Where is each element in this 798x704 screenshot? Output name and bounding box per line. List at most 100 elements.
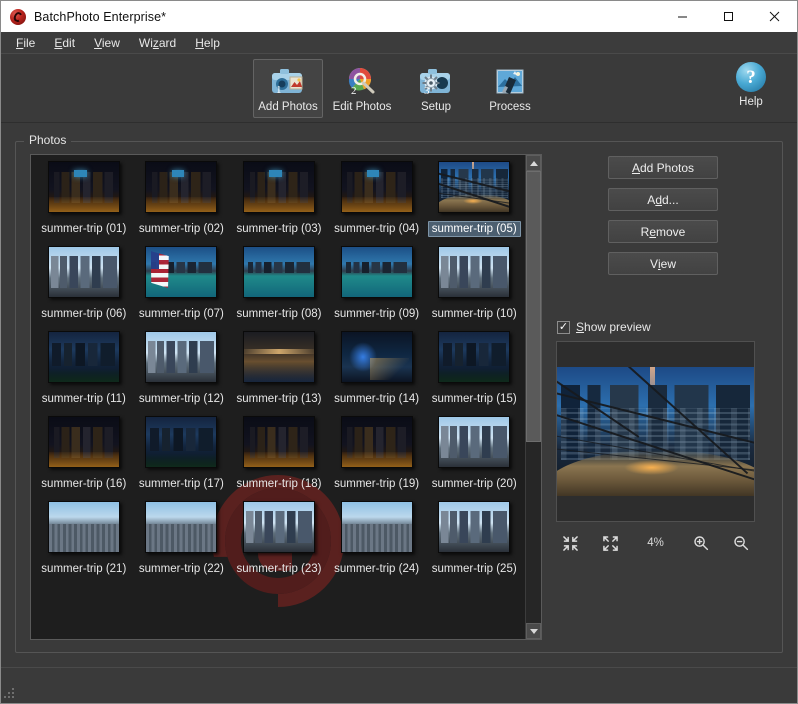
toolbar-edit-photos[interactable]: 2 Edit Photos bbox=[327, 59, 397, 118]
thumbnail-image[interactable] bbox=[438, 331, 511, 383]
thumbnail-item[interactable]: summer-trip (01) bbox=[35, 161, 133, 237]
thumbnail-scroll-area[interactable]: summer-trip (01) summer-trip (02) summer-t… bbox=[31, 155, 525, 639]
thumbnail-item[interactable]: summer-trip (24) bbox=[328, 501, 426, 577]
thumbnail-image[interactable] bbox=[340, 416, 413, 468]
thumbnail-image[interactable] bbox=[145, 246, 218, 298]
scrollbar-thumb[interactable] bbox=[526, 171, 541, 443]
thumbnail-image[interactable] bbox=[340, 246, 413, 298]
menu-file[interactable]: File bbox=[7, 33, 44, 53]
thumbnail-item[interactable]: summer-trip (23) bbox=[230, 501, 328, 577]
thumbnail-item[interactable]: summer-trip (07) bbox=[133, 246, 231, 322]
thumbnail-image[interactable] bbox=[145, 331, 218, 383]
thumbnail-image[interactable] bbox=[47, 416, 120, 468]
thumbnail-image[interactable] bbox=[340, 331, 413, 383]
thumbnail-image[interactable] bbox=[438, 416, 511, 468]
thumbnail-item[interactable]: summer-trip (08) bbox=[230, 246, 328, 322]
thumbnail-item[interactable]: summer-trip (16) bbox=[35, 416, 133, 492]
add-photos-icon: 1 bbox=[269, 65, 307, 98]
thumbnail-label: summer-trip (07) bbox=[138, 308, 224, 320]
thumbnail-label: summer-trip (15) bbox=[431, 393, 517, 405]
toolbar-add-photos[interactable]: 1 Add Photos bbox=[253, 58, 323, 118]
grid-vertical-scrollbar[interactable] bbox=[525, 155, 541, 639]
thumbnail-item[interactable]: summer-trip (05) bbox=[425, 161, 523, 237]
thumbnail-image[interactable] bbox=[438, 161, 511, 213]
thumbnail-image[interactable] bbox=[242, 161, 315, 213]
thumbnail-image[interactable] bbox=[145, 501, 218, 553]
thumbnail-image[interactable] bbox=[242, 501, 315, 553]
thumbnail-item[interactable]: summer-trip (15) bbox=[425, 331, 523, 407]
show-preview-checkbox[interactable]: ✓ bbox=[557, 320, 570, 334]
thumbnail-item[interactable]: summer-trip (12) bbox=[133, 331, 231, 407]
view-button[interactable]: Vi ew bbox=[608, 252, 718, 275]
thumbnail-image[interactable] bbox=[340, 501, 413, 553]
fit-out-icon[interactable] bbox=[600, 533, 620, 553]
photo-flag bbox=[150, 251, 169, 288]
main-toolbar: 1 Add Photos 2 Edit Photos 3 Setup Proce… bbox=[1, 54, 797, 123]
menu-help[interactable]: Help bbox=[186, 33, 229, 53]
show-preview-row[interactable]: ✓ Show preview bbox=[556, 320, 770, 334]
menu-view[interactable]: View bbox=[85, 33, 129, 53]
thumbnail-item[interactable]: summer-trip (20) bbox=[425, 416, 523, 492]
menu-file-rest: ile bbox=[23, 35, 36, 50]
thumbnail-image[interactable] bbox=[47, 501, 120, 553]
zoom-percent-label: 4% bbox=[647, 537, 664, 549]
thumbnail-image[interactable] bbox=[242, 331, 315, 383]
thumbnail-image[interactable] bbox=[47, 331, 120, 383]
maximize-button[interactable] bbox=[705, 1, 751, 32]
status-bar bbox=[1, 667, 797, 703]
preview-block: ✓ Show preview 4% bbox=[556, 320, 770, 553]
toolbar-setup[interactable]: 3 Setup bbox=[401, 59, 471, 118]
add-button[interactable]: Ad d... bbox=[608, 188, 718, 211]
thumbnail-item[interactable]: summer-trip (18) bbox=[230, 416, 328, 492]
resize-grip-icon[interactable] bbox=[4, 686, 18, 700]
remove-button[interactable]: Re move bbox=[608, 220, 718, 243]
thumbnail-item[interactable]: summer-trip (17) bbox=[133, 416, 231, 492]
thumbnail-item[interactable]: summer-trip (10) bbox=[425, 246, 523, 322]
thumbnail-image[interactable] bbox=[438, 246, 511, 298]
close-button[interactable] bbox=[751, 1, 797, 32]
thumbnail-item[interactable]: summer-trip (25) bbox=[425, 501, 523, 577]
toolbar-help[interactable]: ? Help bbox=[721, 62, 781, 108]
batchphoto-logo-icon bbox=[10, 8, 26, 25]
toolbar-process[interactable]: Process bbox=[475, 59, 545, 118]
thumbnail-label: summer-trip (19) bbox=[334, 478, 420, 490]
window-title: BatchPhoto Enterprise* bbox=[34, 9, 167, 24]
thumbnail-item[interactable]: summer-trip (11) bbox=[35, 331, 133, 407]
scroll-up-arrow-icon[interactable] bbox=[526, 155, 541, 171]
thumbnail-item[interactable]: summer-trip (13) bbox=[230, 331, 328, 407]
thumbnail-item[interactable]: summer-trip (21) bbox=[35, 501, 133, 577]
thumbnail-item[interactable]: summer-trip (19) bbox=[328, 416, 426, 492]
thumbnail-image[interactable] bbox=[145, 416, 218, 468]
thumbnail-item[interactable]: summer-trip (22) bbox=[133, 501, 231, 577]
menu-edit[interactable]: Edit bbox=[45, 33, 84, 53]
batchphoto-window: BatchPhoto Enterprise* File Edit View Wi… bbox=[0, 0, 798, 704]
thumbnail-image[interactable] bbox=[145, 161, 218, 213]
scrollbar-track[interactable] bbox=[526, 171, 541, 623]
thumbnail-image[interactable] bbox=[438, 501, 511, 553]
thumbnail-label: summer-trip (16) bbox=[41, 478, 127, 490]
photo-sign-light bbox=[73, 170, 87, 177]
thumbnail-label: summer-trip (08) bbox=[236, 308, 322, 320]
thumbnail-image[interactable] bbox=[242, 246, 315, 298]
thumbnail-item[interactable]: summer-trip (09) bbox=[328, 246, 426, 322]
preview-panel[interactable] bbox=[556, 341, 755, 522]
zoom-out-icon[interactable] bbox=[731, 533, 751, 553]
edit-photos-icon: 2 bbox=[343, 65, 381, 98]
add-photos-button[interactable]: Add Photos bbox=[608, 156, 718, 179]
thumbnail-image[interactable] bbox=[47, 161, 120, 213]
minimize-button[interactable] bbox=[659, 1, 705, 32]
scroll-down-arrow-icon[interactable] bbox=[526, 623, 541, 639]
fit-in-icon[interactable] bbox=[560, 533, 580, 553]
toolbar-setup-label: Setup bbox=[420, 100, 452, 113]
thumbnail-image[interactable] bbox=[340, 161, 413, 213]
thumbnail-item[interactable]: summer-trip (06) bbox=[35, 246, 133, 322]
thumbnail-item[interactable]: summer-trip (14) bbox=[328, 331, 426, 407]
thumbnail-image[interactable] bbox=[242, 416, 315, 468]
menu-wizard[interactable]: Wizard bbox=[130, 33, 185, 53]
thumbnail-item[interactable]: summer-trip (02) bbox=[133, 161, 231, 237]
zoom-in-icon[interactable] bbox=[691, 533, 711, 553]
thumbnail-image[interactable] bbox=[47, 246, 120, 298]
thumbnail-item[interactable]: summer-trip (04) bbox=[328, 161, 426, 237]
thumbnail-item[interactable]: summer-trip (03) bbox=[230, 161, 328, 237]
process-icon bbox=[491, 65, 529, 98]
